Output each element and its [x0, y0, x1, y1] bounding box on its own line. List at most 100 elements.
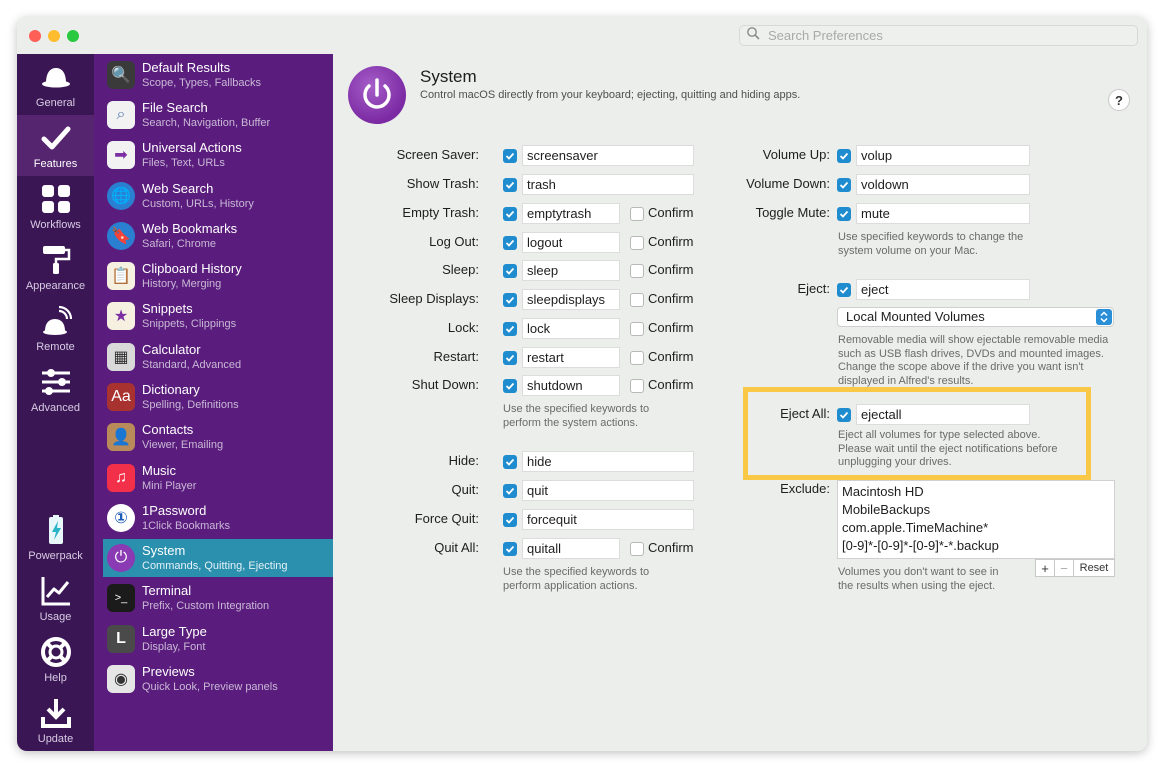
sleep-confirm-checkbox[interactable]: [630, 264, 644, 278]
quit-keyword-field[interactable]: quit: [522, 480, 694, 501]
shut-down-checkbox[interactable]: [503, 379, 517, 393]
reset-exclude-button[interactable]: Reset: [1074, 559, 1115, 577]
sleep-checkbox[interactable]: [503, 264, 517, 278]
feature-large-type[interactable]: L Large Type Display, Font: [103, 620, 333, 658]
restart-label: Restart:: [433, 349, 479, 364]
hat-icon: [39, 60, 73, 94]
show-trash-checkbox[interactable]: [503, 178, 517, 192]
volume-down-checkbox[interactable]: [837, 178, 851, 192]
hide-checkbox[interactable]: [503, 455, 517, 469]
exclude-label: Exclude:: [780, 481, 830, 496]
sleep-keyword-field[interactable]: sleep: [522, 260, 620, 281]
volume-up-checkbox[interactable]: [837, 149, 851, 163]
log-out-keyword-field[interactable]: logout: [522, 232, 620, 253]
screen-saver-checkbox[interactable]: [503, 149, 517, 163]
lock-checkbox[interactable]: [503, 322, 517, 336]
quit-all-checkbox[interactable]: [503, 542, 517, 556]
feature-clipboard-history[interactable]: 📋 Clipboard History History, Merging: [103, 257, 333, 295]
restart-confirm-checkbox[interactable]: [630, 351, 644, 365]
volume-up-keyword-field[interactable]: volup: [856, 145, 1030, 166]
eject-keyword-field[interactable]: eject: [856, 279, 1030, 300]
nav-general[interactable]: General: [17, 54, 94, 115]
toggle-mute-checkbox[interactable]: [837, 207, 851, 221]
volume-down-keyword-field[interactable]: voldown: [856, 174, 1030, 195]
nav-powerpack[interactable]: Powerpack: [17, 507, 94, 568]
shut-down-keyword-field[interactable]: shutdown: [522, 375, 620, 396]
snippet-star-icon: ★: [107, 302, 135, 330]
feature-calculator[interactable]: ▦ Calculator Standard, Advanced: [103, 338, 333, 376]
feature-web-search[interactable]: 🌐 Web Search Custom, URLs, History: [103, 177, 333, 215]
nav-update[interactable]: Update: [17, 690, 94, 751]
zoom-window-button[interactable]: [67, 30, 79, 42]
feature-contacts[interactable]: 👤 Contacts Viewer, Emailing: [103, 418, 333, 456]
minimize-window-button[interactable]: [48, 30, 60, 42]
quit-checkbox[interactable]: [503, 484, 517, 498]
eject-scope-select[interactable]: Local Mounted Volumes: [837, 307, 1114, 327]
list-item[interactable]: [0-9]*-[0-9]*-[0-9]*-*.backup: [842, 537, 1110, 555]
hide-keyword-field[interactable]: hide: [522, 451, 694, 472]
force-quit-checkbox[interactable]: [503, 513, 517, 527]
paint-roller-icon: [39, 243, 73, 277]
feature-previews[interactable]: ◉ Previews Quick Look, Preview panels: [103, 660, 333, 698]
note-line: Change the scope above if the drive you …: [838, 361, 1084, 373]
exclude-list[interactable]: Macintosh HD MobileBackups com.apple.Tim…: [837, 480, 1115, 559]
feature-terminal[interactable]: >_ Terminal Prefix, Custom Integration: [103, 579, 333, 617]
feature-system[interactable]: ⏻ System Commands, Quitting, Ejecting: [103, 539, 333, 577]
feature-music[interactable]: ♫ Music Mini Player: [103, 459, 333, 497]
restart-checkbox[interactable]: [503, 351, 517, 365]
log-out-confirm-checkbox[interactable]: [630, 236, 644, 250]
toggle-mute-keyword-field[interactable]: mute: [856, 203, 1030, 224]
sleep-displays-checkbox[interactable]: [503, 293, 517, 307]
lock-confirm-checkbox[interactable]: [630, 322, 644, 336]
feature-web-bookmarks[interactable]: 🔖 Web Bookmarks Safari, Chrome: [103, 217, 333, 255]
feature-file-search[interactable]: ⌕ File Search Search, Navigation, Buffer: [103, 96, 333, 134]
nav-appearance[interactable]: Appearance: [17, 237, 94, 298]
confirm-label: Confirm: [648, 377, 694, 392]
eject-all-checkbox[interactable]: [837, 408, 851, 422]
power-icon: ⏻: [107, 544, 135, 572]
help-button[interactable]: ?: [1108, 89, 1130, 111]
file-search-icon: ⌕: [107, 101, 135, 129]
add-exclude-button[interactable]: +: [1035, 559, 1055, 577]
feature-default-results[interactable]: 🔍 Default Results Scope, Types, Fallbacks: [103, 56, 333, 94]
feature-1password[interactable]: ① 1Password 1Click Bookmarks: [103, 499, 333, 537]
list-item[interactable]: MobileBackups: [842, 501, 1110, 519]
nav-workflows[interactable]: Workflows: [17, 176, 94, 237]
nav-features[interactable]: Features: [17, 115, 94, 176]
close-window-button[interactable]: [29, 30, 41, 42]
eject-all-keyword-field[interactable]: ejectall: [856, 404, 1030, 425]
search-input[interactable]: [768, 28, 1128, 43]
force-quit-keyword-field[interactable]: forcequit: [522, 509, 694, 530]
screen-saver-keyword-field[interactable]: screensaver: [522, 145, 694, 166]
remove-exclude-button[interactable]: −: [1055, 559, 1074, 577]
nav-usage[interactable]: Usage: [17, 568, 94, 629]
empty-trash-confirm-checkbox[interactable]: [630, 207, 644, 221]
feature-dictionary[interactable]: Aa Dictionary Spelling, Definitions: [103, 378, 333, 416]
lock-keyword-field[interactable]: lock: [522, 318, 620, 339]
log-out-checkbox[interactable]: [503, 236, 517, 250]
empty-trash-checkbox[interactable]: [503, 207, 517, 221]
feature-subtitle: Mini Player: [142, 480, 197, 492]
search-preferences-field[interactable]: [739, 25, 1138, 46]
empty-trash-keyword-field[interactable]: emptytrash: [522, 203, 620, 224]
nav-label: General: [35, 97, 76, 109]
nav-help[interactable]: Help: [17, 629, 94, 690]
sleep-displays-keyword-field[interactable]: sleepdisplays: [522, 289, 620, 310]
confirm-label: Confirm: [648, 540, 694, 555]
restart-keyword-field[interactable]: restart: [522, 347, 620, 368]
feature-title: Web Bookmarks: [142, 221, 238, 236]
list-item[interactable]: com.apple.TimeMachine*: [842, 519, 1110, 537]
note-line: Use the specified keywords to: [503, 403, 650, 415]
quit-all-keyword-field[interactable]: quitall: [522, 538, 620, 559]
shut-down-confirm-checkbox[interactable]: [630, 379, 644, 393]
quit-all-confirm-checkbox[interactable]: [630, 542, 644, 556]
1password-icon: ①: [107, 504, 135, 532]
list-item[interactable]: Macintosh HD: [842, 483, 1110, 501]
feature-universal-actions[interactable]: ➡ Universal Actions Files, Text, URLs: [103, 136, 333, 174]
eject-checkbox[interactable]: [837, 283, 851, 297]
nav-remote[interactable]: Remote: [17, 298, 94, 359]
sleep-displays-confirm-checkbox[interactable]: [630, 293, 644, 307]
nav-advanced[interactable]: Advanced: [17, 359, 94, 420]
feature-snippets[interactable]: ★ Snippets Snippets, Clippings: [103, 297, 333, 335]
show-trash-keyword-field[interactable]: trash: [522, 174, 694, 195]
